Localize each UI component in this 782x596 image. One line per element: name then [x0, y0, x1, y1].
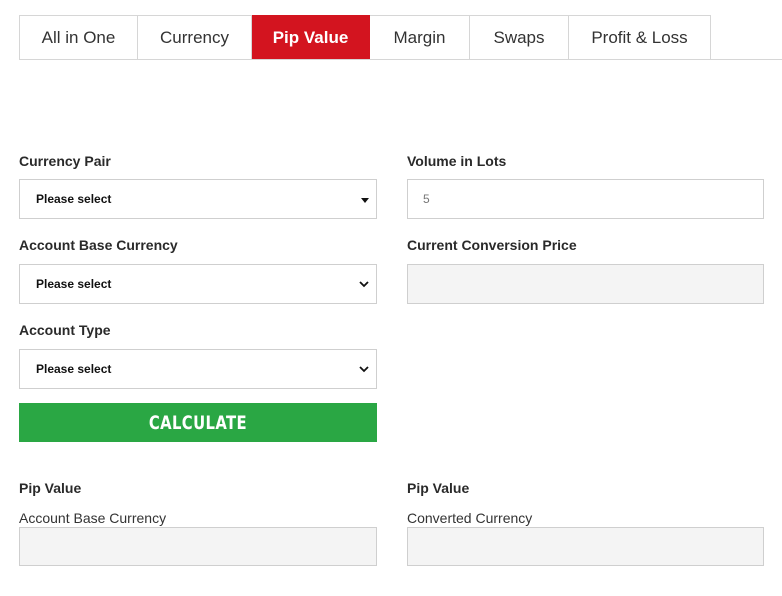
conversion-price-label: Current Conversion Price	[407, 237, 577, 253]
pip-value-base-output	[19, 527, 377, 566]
account-type-value: Please select	[36, 362, 112, 376]
tab-profit-loss[interactable]: Profit & Loss	[569, 15, 711, 60]
account-base-currency-label: Account Base Currency	[19, 237, 178, 253]
pip-value-right-label: Pip Value	[407, 480, 470, 496]
account-base-currency-select[interactable]: Please select	[19, 264, 377, 304]
tab-swaps[interactable]: Swaps	[470, 15, 569, 60]
tab-currency[interactable]: Currency	[138, 15, 252, 60]
volume-input[interactable]: 5	[407, 179, 764, 219]
caret-down-icon	[361, 198, 369, 203]
tab-all-in-one[interactable]: All in One	[19, 15, 138, 60]
calculator-tabs: All in One Currency Pip Value Margin Swa…	[19, 15, 711, 60]
currency-pair-label: Currency Pair	[19, 153, 111, 169]
tabs-divider	[19, 59, 782, 60]
currency-pair-value: Please select	[36, 192, 112, 206]
account-type-select[interactable]: Please select	[19, 349, 377, 389]
calculate-button[interactable]: CALCULATE	[19, 403, 377, 442]
account-base-currency-value: Please select	[36, 277, 112, 291]
currency-pair-select[interactable]: Please select	[19, 179, 377, 219]
account-base-currency-sublabel: Account Base Currency	[19, 510, 167, 526]
chevron-down-icon	[359, 366, 369, 373]
volume-placeholder: 5	[423, 192, 430, 206]
account-type-label: Account Type	[19, 322, 111, 338]
converted-currency-sublabel: Converted Currency	[407, 510, 533, 526]
pip-value-converted-output	[407, 527, 764, 566]
conversion-price-field	[407, 264, 764, 304]
tab-margin[interactable]: Margin	[370, 15, 470, 60]
tab-pip-value[interactable]: Pip Value	[252, 15, 370, 60]
volume-label: Volume in Lots	[407, 153, 507, 169]
chevron-down-icon	[359, 281, 369, 288]
calculate-label: CALCULATE	[148, 411, 248, 434]
pip-value-left-label: Pip Value	[19, 480, 82, 496]
